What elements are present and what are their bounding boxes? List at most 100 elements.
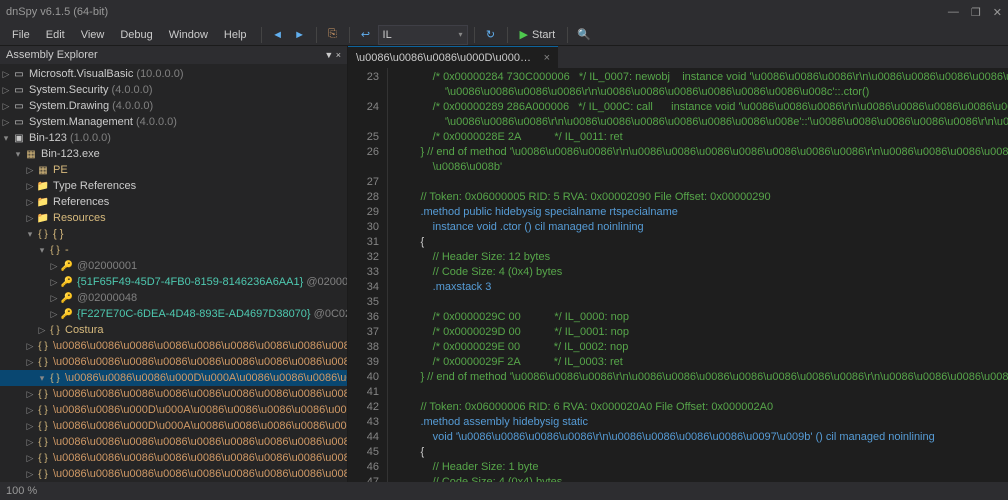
line-gutter: 2324252627282930313233343536373839404142… bbox=[348, 68, 388, 482]
panel-title: Assembly Explorer ▼ × bbox=[0, 46, 347, 64]
menu-debug[interactable]: Debug bbox=[112, 27, 160, 43]
key-icon: 🔑 bbox=[60, 291, 74, 305]
separator bbox=[261, 27, 262, 43]
menu-view[interactable]: View bbox=[73, 27, 113, 43]
tree-row[interactable]: ▷🔑{F227E70C-6DEA-4D48-893E-AD4697D38070}… bbox=[0, 306, 347, 322]
namespace-icon: { } bbox=[36, 467, 50, 481]
menu-window[interactable]: Window bbox=[161, 27, 216, 43]
statusbar: 100 % bbox=[0, 482, 1008, 500]
tree-row[interactable]: ▷▦PE bbox=[0, 162, 347, 178]
minimize-icon[interactable]: — bbox=[948, 6, 959, 19]
tree[interactable]: ▷▭Microsoft.VisualBasic (10.0.0.0)▷▭Syst… bbox=[0, 64, 347, 482]
code-line: // Token: 0x06000006 RID: 6 RVA: 0x00002… bbox=[396, 400, 1008, 415]
tree-row[interactable]: ▷{ }\u0086\u0086\u000D\u000A\u0086\u0086… bbox=[0, 402, 347, 418]
dropdown-icon[interactable]: ▼ × bbox=[324, 50, 341, 60]
tree-row[interactable]: ▷▭System.Security (4.0.0.0) bbox=[0, 82, 347, 98]
key-icon: 🔑 bbox=[60, 259, 74, 273]
namespace-icon: { } bbox=[48, 243, 62, 257]
code-line: \u0086\u008b' bbox=[396, 160, 1008, 175]
namespace-icon: { } bbox=[36, 355, 50, 369]
search-icon[interactable]: 🔍 bbox=[574, 25, 594, 45]
tree-row[interactable]: ▷📁Resources bbox=[0, 210, 347, 226]
code-line bbox=[396, 295, 1008, 310]
tree-row[interactable]: ▾{ }{ } bbox=[0, 226, 347, 242]
menu-file[interactable]: File bbox=[4, 27, 38, 43]
forward-icon[interactable]: ► bbox=[290, 25, 310, 45]
play-icon: ▶ bbox=[520, 28, 528, 41]
wrap-icon[interactable]: ↩ bbox=[356, 25, 376, 45]
code-line: instance void .ctor () cil managed noinl… bbox=[396, 220, 1008, 235]
code-area[interactable]: /* 0x00000284 730C000006 */ IL_0007: new… bbox=[388, 68, 1008, 482]
tree-row[interactable]: ▷▭System.Management (4.0.0.0) bbox=[0, 114, 347, 130]
pe-icon: ▦ bbox=[24, 147, 38, 161]
code-line bbox=[396, 385, 1008, 400]
code-line: .method assembly hidebysig static bbox=[396, 415, 1008, 430]
code-line: '\u0086\u0086\u0086\u0086\r\n\u0086\u008… bbox=[396, 85, 1008, 100]
code-line: /* 0x0000029C 00 */ IL_0000: nop bbox=[396, 310, 1008, 325]
pe-icon: ▦ bbox=[36, 163, 50, 177]
titlebar: dnSpy v6.1.5 (64-bit) — ❐ ✕ bbox=[0, 0, 1008, 24]
code-line bbox=[396, 175, 1008, 190]
tree-row[interactable]: ▷📁References bbox=[0, 194, 347, 210]
namespace-icon: { } bbox=[36, 227, 50, 241]
close-icon[interactable]: ✕ bbox=[993, 6, 1002, 19]
tree-row[interactable]: ▷🔑 @02000001 bbox=[0, 258, 347, 274]
tree-row[interactable]: ▷{ }\u0086\u0086\u0086\u0086\u0086\u0086… bbox=[0, 466, 347, 482]
tab-active[interactable]: \u0086\u0086\u0086\u000D\u000A\u00... × bbox=[348, 46, 558, 68]
code-line: '\u0086\u0086\u0086\r\n\u0086\u0086\u008… bbox=[396, 115, 1008, 130]
code-line: // Code Size: 4 (0x4) bytes bbox=[396, 475, 1008, 482]
key-icon: 🔑 bbox=[60, 275, 74, 289]
menu-help[interactable]: Help bbox=[216, 27, 255, 43]
code-line: /* 0x0000029E 00 */ IL_0002: nop bbox=[396, 340, 1008, 355]
zoom-level[interactable]: 100 % bbox=[6, 485, 37, 497]
new-tab-icon[interactable]: ⎘ bbox=[323, 25, 343, 45]
tree-row[interactable]: ▾▦Bin-123.exe bbox=[0, 146, 347, 162]
key-icon: 🔑 bbox=[60, 307, 74, 321]
code-line: void '\u0086\u0086\u0086\u0086\r\n\u0086… bbox=[396, 430, 1008, 445]
tree-row[interactable]: ▷{ }\u0086\u0086\u000D\u000A\u0086\u0086… bbox=[0, 418, 347, 434]
maximize-icon[interactable]: ❐ bbox=[971, 6, 981, 19]
separator bbox=[349, 27, 350, 43]
code-line: /* 0x00000284 730C000006 */ IL_0007: new… bbox=[396, 70, 1008, 85]
lang-dropdown[interactable]: IL ▾ bbox=[378, 25, 468, 45]
namespace-icon: { } bbox=[36, 403, 50, 417]
namespace-icon: { } bbox=[36, 419, 50, 433]
code-line: { bbox=[396, 445, 1008, 460]
tree-row[interactable]: ▷{ }\u0086\u0086\u0086\u0086\u0086\u0086… bbox=[0, 338, 347, 354]
code-line: // Header Size: 1 byte bbox=[396, 460, 1008, 475]
assembly-icon: ▣ bbox=[12, 131, 26, 145]
start-button[interactable]: ▶ Start bbox=[514, 28, 562, 41]
tree-row[interactable]: ▷📁Type References bbox=[0, 178, 347, 194]
tree-row[interactable]: ▷{ }\u0086\u0086\u0086\u0086\u0086\u0086… bbox=[0, 386, 347, 402]
reload-icon[interactable]: ↻ bbox=[481, 25, 501, 45]
code-line: .method public hidebysig specialname rts… bbox=[396, 205, 1008, 220]
assembly-ref-icon: ▭ bbox=[12, 115, 26, 129]
tree-row[interactable]: ▷{ }\u0086\u0086\u0086\u0086\u0086\u0086… bbox=[0, 450, 347, 466]
tree-row[interactable]: ▾{ }\u0086\u0086\u0086\u000D\u000A\u0086… bbox=[0, 370, 347, 386]
separator bbox=[474, 27, 475, 43]
tree-row[interactable]: ▷🔑{51F65F49-45D7-4FB0-8159-8146236A6AA1}… bbox=[0, 274, 347, 290]
tree-row[interactable]: ▾▣Bin-123 (1.0.0.0) bbox=[0, 130, 347, 146]
namespace-icon: { } bbox=[48, 323, 62, 337]
code-line: /* 0x0000029D 00 */ IL_0001: nop bbox=[396, 325, 1008, 340]
back-icon[interactable]: ◄ bbox=[268, 25, 288, 45]
assembly-ref-icon: ▭ bbox=[12, 67, 26, 81]
tree-row[interactable]: ▷🔑 @02000048 bbox=[0, 290, 347, 306]
separator bbox=[316, 27, 317, 43]
menu-edit[interactable]: Edit bbox=[38, 27, 73, 43]
tree-row[interactable]: ▾{ }- bbox=[0, 242, 347, 258]
namespace-icon: { } bbox=[36, 435, 50, 449]
folder-icon: 📁 bbox=[36, 211, 50, 225]
tree-row[interactable]: ▷▭Microsoft.VisualBasic (10.0.0.0) bbox=[0, 66, 347, 82]
tree-row[interactable]: ▷{ }Costura bbox=[0, 322, 347, 338]
code-line: } // end of method '\u0086\u0086\u0086\r… bbox=[396, 370, 1008, 385]
tree-row[interactable]: ▷{ }\u0086\u0086\u0086\u0086\u0086\u0086… bbox=[0, 434, 347, 450]
tab-close-icon[interactable]: × bbox=[544, 52, 550, 64]
editor: \u0086\u0086\u0086\u000D\u000A\u00... × … bbox=[348, 46, 1008, 482]
folder-icon: 📁 bbox=[36, 179, 50, 193]
code-line: } // end of method '\u0086\u0086\u0086\r… bbox=[396, 145, 1008, 160]
tab-label: \u0086\u0086\u0086\u000D\u000A\u00... bbox=[356, 52, 538, 64]
tree-row[interactable]: ▷▭System.Drawing (4.0.0.0) bbox=[0, 98, 347, 114]
code-line: /* 0x00000289 286A000006 */ IL_000C: cal… bbox=[396, 100, 1008, 115]
tree-row[interactable]: ▷{ }\u0086\u0086\u0086\u0086\u0086\u0086… bbox=[0, 354, 347, 370]
